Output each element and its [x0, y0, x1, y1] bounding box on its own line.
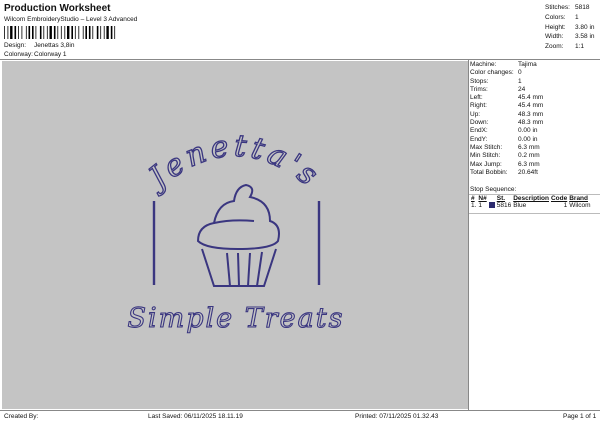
thread-color-swatch [488, 202, 495, 209]
stat-row: Zoom: 1:1 [545, 43, 585, 51]
stat-row: Colors: 1 [545, 13, 579, 21]
stat-row: Height: 3.80 in [545, 23, 595, 31]
info-row: Color changes: 0 [470, 69, 522, 77]
printed-date: Printed: 07/11/2025 01.32.43 [355, 413, 439, 420]
stat-row: Stitches: 5818 [545, 4, 590, 11]
table-header-row: # N# St. Description Code Brand [471, 195, 588, 202]
info-row: EndX: 0.00 in [470, 127, 538, 135]
stop-sequence-table: # N# St. Description Code Brand 1. 1 581… [470, 195, 592, 209]
info-row: Up: 48.3 mm [470, 110, 544, 118]
worksheet-title: Production Worksheet [4, 3, 111, 14]
design-line2: Simple Treats [128, 303, 345, 334]
cupcake-icon [196, 183, 280, 287]
footer-divider [0, 410, 600, 411]
design-value: Jenettas 3,8in [34, 42, 75, 49]
design-label: Design: [4, 42, 27, 49]
table-row: 1. 1 5816 Blue 1 Wilcom [471, 202, 591, 209]
machine-info-panel: Machine: Tajima Color changes: 0 Stops: 1 T… [470, 61, 543, 177]
design-preview: Jenetta's Simple Treats [2, 61, 468, 409]
colorway-row: Colorway:Colorway 1 [4, 51, 67, 58]
embroidery-artwork: Jenetta's Simple Treats [127, 128, 345, 335]
info-row: EndY: 0.00 in [470, 135, 538, 143]
colorway-value: Colorway 1 [34, 51, 67, 58]
info-row: Total Bobbin: 20.64ft [470, 168, 538, 176]
software-name: Wilcom EmbroideryStudio – Level 3 Advanc… [4, 16, 138, 23]
page-number: Page 1 of 1 [563, 413, 597, 420]
info-row: Machine: Tajima [470, 61, 537, 68]
stats-panel: Stitches: 5818 Colors: 1 Height: 3.80 in Wi… [545, 3, 595, 52]
stat-row: Width: 3.58 in [545, 33, 595, 41]
info-row: Max Jump: 6.3 mm [470, 160, 540, 168]
info-row: Max Stitch: 6.3 mm [470, 143, 540, 151]
design-line1: Jenetta's [138, 129, 328, 199]
info-row: Right: 45.4 mm [470, 102, 544, 110]
info-row: Stops: 1 [470, 77, 522, 85]
created-by: Created By: [4, 413, 39, 420]
barcode [4, 26, 116, 39]
info-row: Trims: 24 [470, 85, 526, 93]
panel-divider [468, 59, 469, 410]
design-row: Design: Jenettas 3,8in [4, 42, 74, 49]
info-row: Left: 45.4 mm [470, 94, 544, 102]
info-row: Min Stitch: 0.2 mm [470, 152, 540, 160]
stop-sequence-end-divider [469, 213, 600, 214]
info-row: Down: 48.3 mm [470, 119, 544, 127]
stop-sequence-heading: Stop Sequence: [470, 186, 517, 193]
colorway-label: Colorway: [4, 51, 33, 58]
header-divider [0, 59, 600, 60]
last-saved: Last Saved: 06/11/2025 18.11.19 [148, 413, 243, 420]
